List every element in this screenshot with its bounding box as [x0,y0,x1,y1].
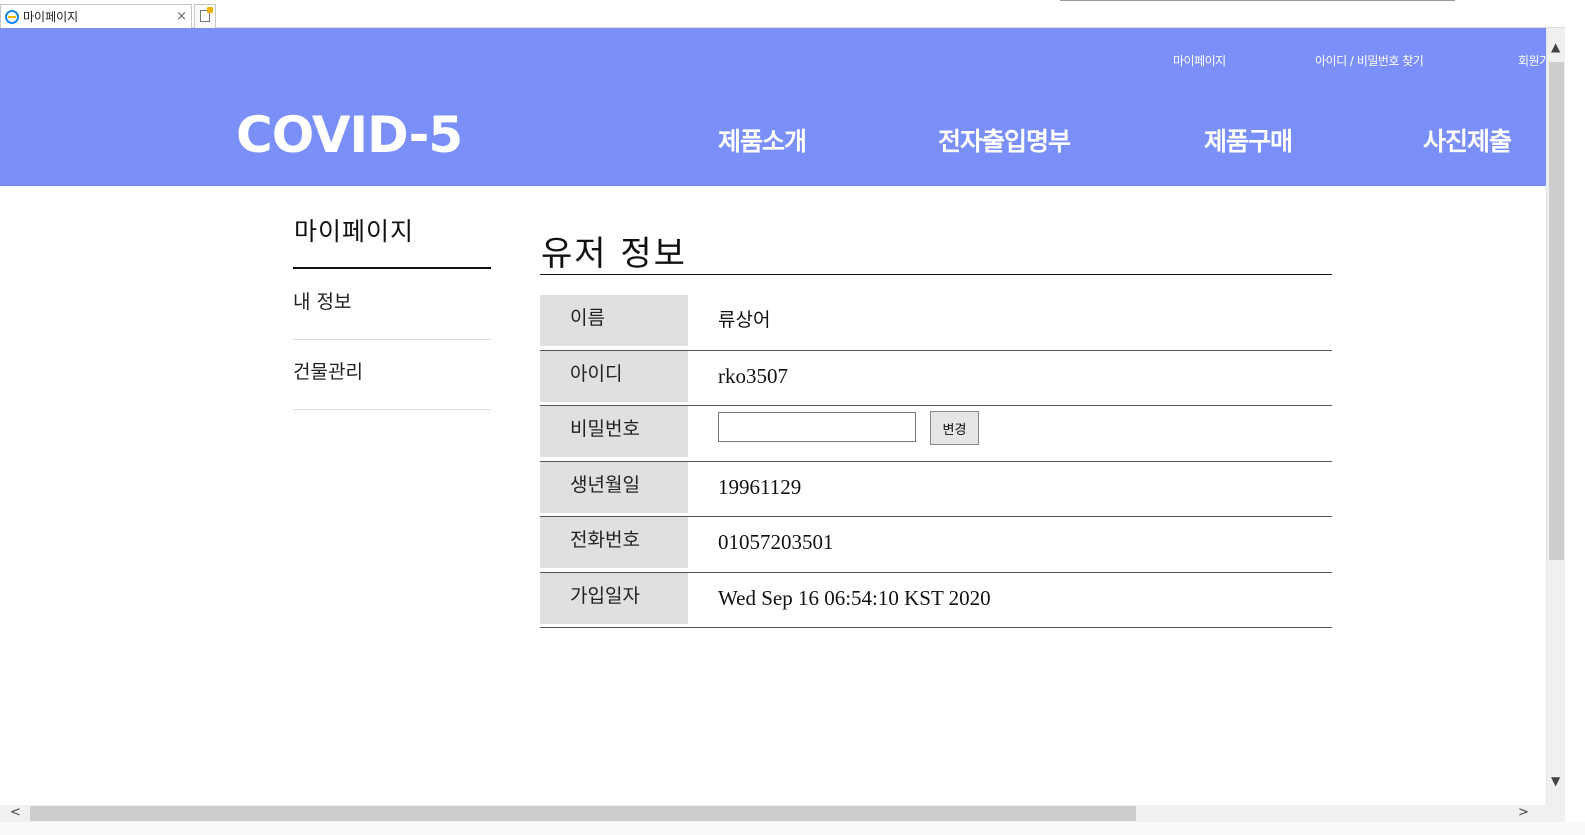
row-label: 생년월일 [540,461,688,513]
sidebar-divider [293,409,491,410]
user-info-table: 이름 류상어 아이디 rko3507 비밀번호 생년월일 19961129 전화… [540,295,1332,628]
table-row-join-date: 가입일자 Wed Sep 16 06:54:10 KST 2020 [540,572,1332,628]
scrollbar-corner [1546,805,1565,822]
new-tab-star-icon [207,7,213,13]
scroll-right-icon[interactable]: > [1518,805,1529,820]
new-tab-button[interactable] [194,4,216,28]
row-value-id: rko3507 [718,363,788,388]
sidebar-item-my-info[interactable]: 내 정보 [293,287,351,314]
row-value-birthdate: 19961129 [718,474,802,499]
close-tab-icon[interactable]: × [176,9,187,24]
util-link-mypage[interactable]: 마이페이지 [1173,52,1226,69]
row-value-name: 류상어 [718,309,771,331]
browser-tab[interactable]: 마이페이지 × [0,4,192,28]
util-link-signup[interactable]: 회원가 [1518,52,1546,69]
scroll-left-icon[interactable]: < [10,805,21,820]
nav-item-entry-log[interactable]: 전자출입명부 [938,122,1071,158]
row-label: 전화번호 [540,517,688,568]
sidebar-divider [293,339,491,340]
horizontal-scrollbar[interactable]: < > [0,805,1546,822]
tab-strip-line [1060,0,1455,1]
table-row-birthdate: 생년월일 19961129 [540,461,1332,517]
table-row-name: 이름 류상어 [540,295,1332,351]
nav-item-products[interactable]: 제품소개 [718,122,807,158]
table-row-id: 아이디 rko3507 [540,350,1332,406]
change-password-button[interactable]: 변경 [930,411,979,445]
site-header: 마이페이지 아이디 / 비밀번호 찾기 회원가 COVID-5 제품소개 전자출… [0,28,1546,186]
row-value-phone: 01057203501 [718,530,834,554]
row-value-join-date: Wed Sep 16 06:54:10 KST 2020 [718,585,991,610]
status-strip [0,822,1585,835]
horizontal-scroll-thumb[interactable] [30,806,1136,821]
table-row-phone: 전화번호 01057203501 [540,517,1332,573]
scroll-up-icon[interactable]: ▲ [1551,40,1560,54]
util-link-find-account[interactable]: 아이디 / 비밀번호 찾기 [1315,52,1424,69]
sidebar-title: 마이페이지 [294,217,415,246]
sidebar-item-building[interactable]: 건물관리 [293,357,363,384]
vertical-scroll-thumb[interactable] [1549,62,1564,560]
row-label: 이름 [540,295,688,346]
row-label: 아이디 [540,350,688,402]
ie-icon [5,9,19,24]
window-edge [1565,0,1585,835]
browser-tab-title: 마이페이지 [23,10,79,24]
row-label: 가입일자 [540,572,688,624]
row-label: 비밀번호 [540,406,688,457]
nav-item-purchase[interactable]: 제품구매 [1204,122,1293,158]
page-title: 유저 정보 [541,234,687,274]
sidebar-title-divider [293,267,491,269]
password-input[interactable] [718,412,916,442]
browser-tab-bar: 마이페이지 × [0,0,1585,28]
site-logo[interactable]: COVID-5 [236,106,463,164]
vertical-scrollbar[interactable]: ▲ ▼ [1546,28,1565,805]
page-title-divider [540,274,1332,275]
nav-item-photo-submit[interactable]: 사진제출 [1423,122,1512,158]
scroll-down-icon[interactable]: ▼ [1551,774,1560,788]
